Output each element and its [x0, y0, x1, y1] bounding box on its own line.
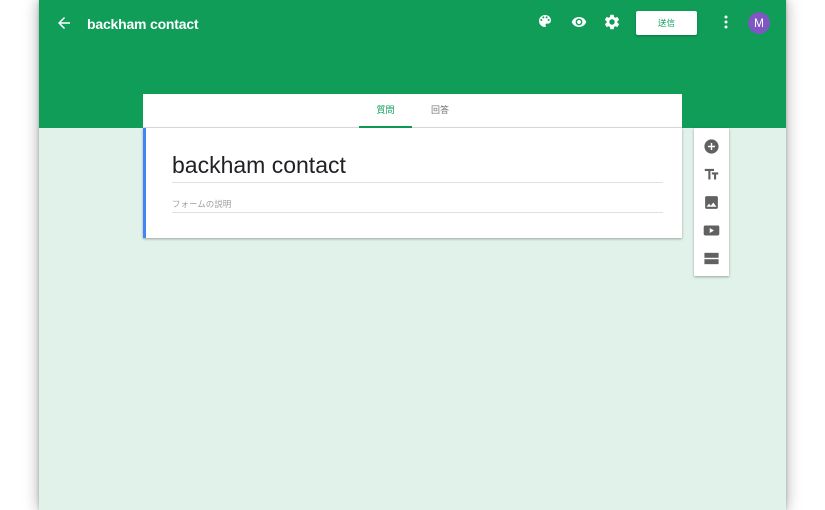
form-description-input[interactable]: フォームの説明: [172, 198, 231, 210]
form-description-field[interactable]: フォームの説明: [172, 198, 663, 213]
eye-icon[interactable]: [570, 14, 588, 30]
palette-icon[interactable]: [537, 13, 553, 29]
section-icon[interactable]: [703, 250, 720, 267]
form-title-field[interactable]: backham contact: [172, 148, 663, 183]
avatar[interactable]: M: [748, 12, 770, 34]
tab-questions[interactable]: 質問: [359, 94, 412, 127]
send-button[interactable]: 送信: [636, 11, 697, 35]
form-title-input[interactable]: backham contact: [172, 151, 346, 179]
focus-accent-bar: [143, 128, 146, 238]
forms-window: backham contact 送信 M 質問 回答 backham conta…: [39, 0, 786, 510]
add-circle-icon[interactable]: [703, 138, 720, 155]
more-vert-icon[interactable]: [720, 14, 732, 30]
tab-responses[interactable]: 回答: [421, 94, 459, 127]
video-icon[interactable]: [703, 222, 720, 239]
add-item-toolbar: [694, 128, 729, 276]
tabs-bar: 質問 回答: [143, 94, 682, 128]
arrow-back-icon[interactable]: [55, 14, 73, 32]
form-title: backham contact: [87, 16, 199, 32]
title-text-icon[interactable]: [703, 166, 720, 183]
gear-icon[interactable]: [603, 13, 621, 31]
form-title-card: backham contact フォームの説明: [143, 128, 682, 238]
image-icon[interactable]: [703, 194, 720, 211]
